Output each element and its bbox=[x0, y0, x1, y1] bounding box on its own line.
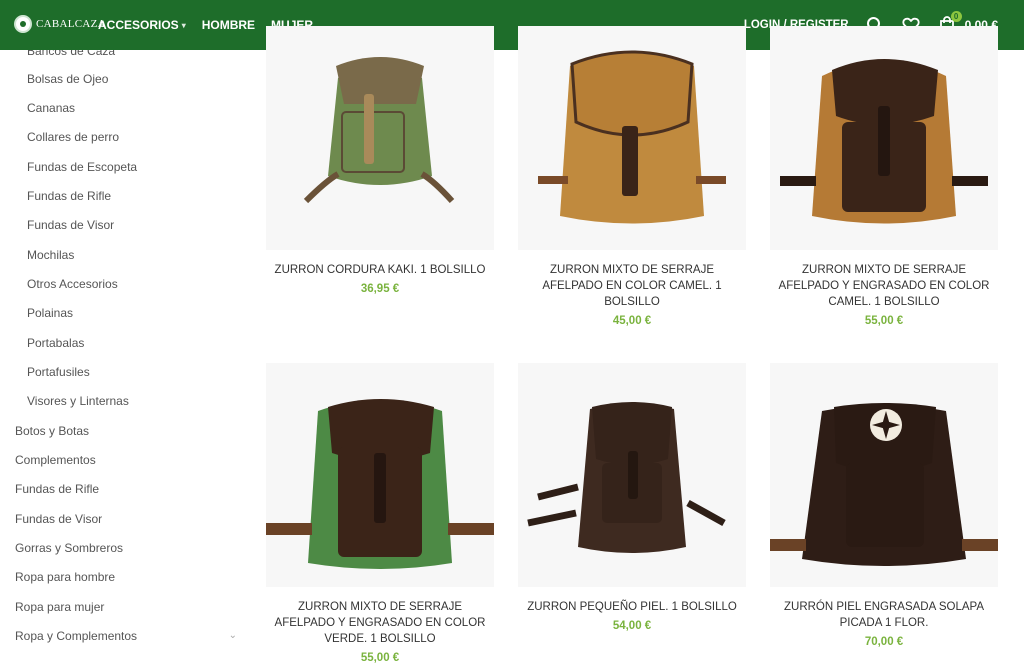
sidebar-item-collares-de-perro[interactable]: Collares de perro bbox=[0, 122, 245, 151]
category-sidebar: Bancos de Caza Bolsas de Ojeo Cananas Co… bbox=[0, 50, 250, 669]
product-image[interactable] bbox=[266, 26, 494, 250]
product-card: ZURRON CORDURA KAKI. 1 BOLSILLO 36,95 € bbox=[266, 26, 494, 295]
sidebar-item-cananas[interactable]: Cananas bbox=[0, 93, 245, 122]
chevron-down-icon[interactable]: ⌄ bbox=[229, 630, 237, 641]
product-price: 45,00 € bbox=[612, 315, 652, 327]
product-price: 55,00 € bbox=[360, 652, 400, 664]
product-name[interactable]: ZURRON MIXTO DE SERRAJE AFELPADO EN COLO… bbox=[518, 262, 746, 310]
backpack-flap-shape bbox=[570, 50, 694, 137]
nav-accesorios[interactable]: ACCESORIOS ▾ bbox=[98, 18, 186, 32]
product-price: 55,00 € bbox=[864, 315, 904, 327]
product-card: ZURRON MIXTO DE SERRAJE AFELPADO EN COLO… bbox=[518, 26, 746, 327]
sidebar-item-ropa-para-hombre[interactable]: Ropa para hombre bbox=[0, 562, 245, 591]
sidebar-item-complementos[interactable]: Complementos bbox=[0, 445, 245, 474]
sidebar-item-fundas-de-visor[interactable]: Fundas de Visor bbox=[0, 210, 245, 239]
chevron-down-icon: ▾ bbox=[181, 20, 186, 30]
sidebar-item-fundas-de-rifle-top[interactable]: Fundas de Rifle bbox=[0, 474, 245, 503]
nav-hombre-label: HOMBRE bbox=[201, 18, 256, 32]
logo-mark-icon bbox=[14, 15, 32, 33]
sidebar-item-portabalas[interactable]: Portabalas bbox=[0, 328, 245, 357]
product-image[interactable] bbox=[770, 26, 998, 250]
product-name[interactable]: ZURRON PEQUEÑO PIEL. 1 BOLSILLO bbox=[518, 599, 746, 615]
product-card: ZURRON PEQUEÑO PIEL. 1 BOLSILLO 54,00 € bbox=[518, 363, 746, 632]
nav-hombre[interactable]: HOMBRE bbox=[202, 18, 255, 32]
sidebar-item-ropa-para-mujer[interactable]: Ropa para mujer bbox=[0, 592, 245, 621]
backpack-pocket-shape bbox=[846, 463, 924, 547]
product-name[interactable]: ZURRÓN PIEL ENGRASADA SOLAPA PICADA 1 FL… bbox=[770, 599, 998, 631]
product-price: 54,00 € bbox=[612, 620, 652, 632]
sidebar-item-fundas-de-visor-top[interactable]: Fundas de Visor bbox=[0, 504, 245, 533]
product-image[interactable] bbox=[266, 363, 494, 587]
product-price: 70,00 € bbox=[864, 636, 904, 648]
product-price: 36,95 € bbox=[360, 283, 400, 295]
product-card: ZURRON MIXTO DE SERRAJE AFELPADO Y ENGRA… bbox=[266, 363, 494, 664]
sidebar-item-botos-y-botas[interactable]: Botos y Botas bbox=[0, 416, 245, 445]
sidebar-item-mochilas[interactable]: Mochilas bbox=[0, 240, 245, 269]
product-name[interactable]: ZURRON MIXTO DE SERRAJE AFELPADO Y ENGRA… bbox=[266, 599, 494, 647]
backpack-flap-shape bbox=[336, 57, 424, 104]
sidebar-item-gorras-y-sombreros[interactable]: Gorras y Sombreros bbox=[0, 533, 245, 562]
product-image[interactable] bbox=[518, 363, 746, 587]
sidebar-item-fundas-de-escopeta[interactable]: Fundas de Escopeta bbox=[0, 152, 245, 181]
sidebar-item-portafusiles[interactable]: Portafusiles bbox=[0, 357, 245, 386]
product-name[interactable]: ZURRON CORDURA KAKI. 1 BOLSILLO bbox=[266, 262, 494, 278]
sidebar-item-ropa-y-complementos[interactable]: Ropa y Complementos ⌄ bbox=[0, 621, 245, 650]
product-image[interactable] bbox=[770, 363, 998, 587]
logo[interactable]: CABALCAZA bbox=[14, 15, 106, 33]
cart-count-badge: 0 bbox=[950, 11, 962, 22]
sidebar-item-label: Ropa y Complementos bbox=[15, 628, 138, 643]
sidebar-item-otros-accesorios[interactable]: Otros Accesorios bbox=[0, 269, 245, 298]
product-card: ZURRÓN PIEL ENGRASADA SOLAPA PICADA 1 FL… bbox=[770, 363, 998, 648]
product-image[interactable] bbox=[518, 26, 746, 250]
nav-accesorios-label: ACCESORIOS bbox=[98, 18, 179, 32]
sidebar-item-bancos-de-caza[interactable]: Bancos de Caza bbox=[0, 50, 245, 65]
sidebar-item-polainas[interactable]: Polainas bbox=[0, 298, 245, 327]
logo-text: CABALCAZA bbox=[36, 18, 106, 30]
sidebar-item-bolsas-de-ojeo[interactable]: Bolsas de Ojeo bbox=[0, 64, 245, 93]
sidebar-item-fundas-de-rifle[interactable]: Fundas de Rifle bbox=[0, 181, 245, 210]
product-name[interactable]: ZURRON MIXTO DE SERRAJE AFELPADO Y ENGRA… bbox=[770, 262, 998, 310]
sidebar-item-visores-y-linternas[interactable]: Visores y Linternas bbox=[0, 386, 245, 415]
product-card: ZURRON MIXTO DE SERRAJE AFELPADO Y ENGRA… bbox=[770, 26, 998, 327]
